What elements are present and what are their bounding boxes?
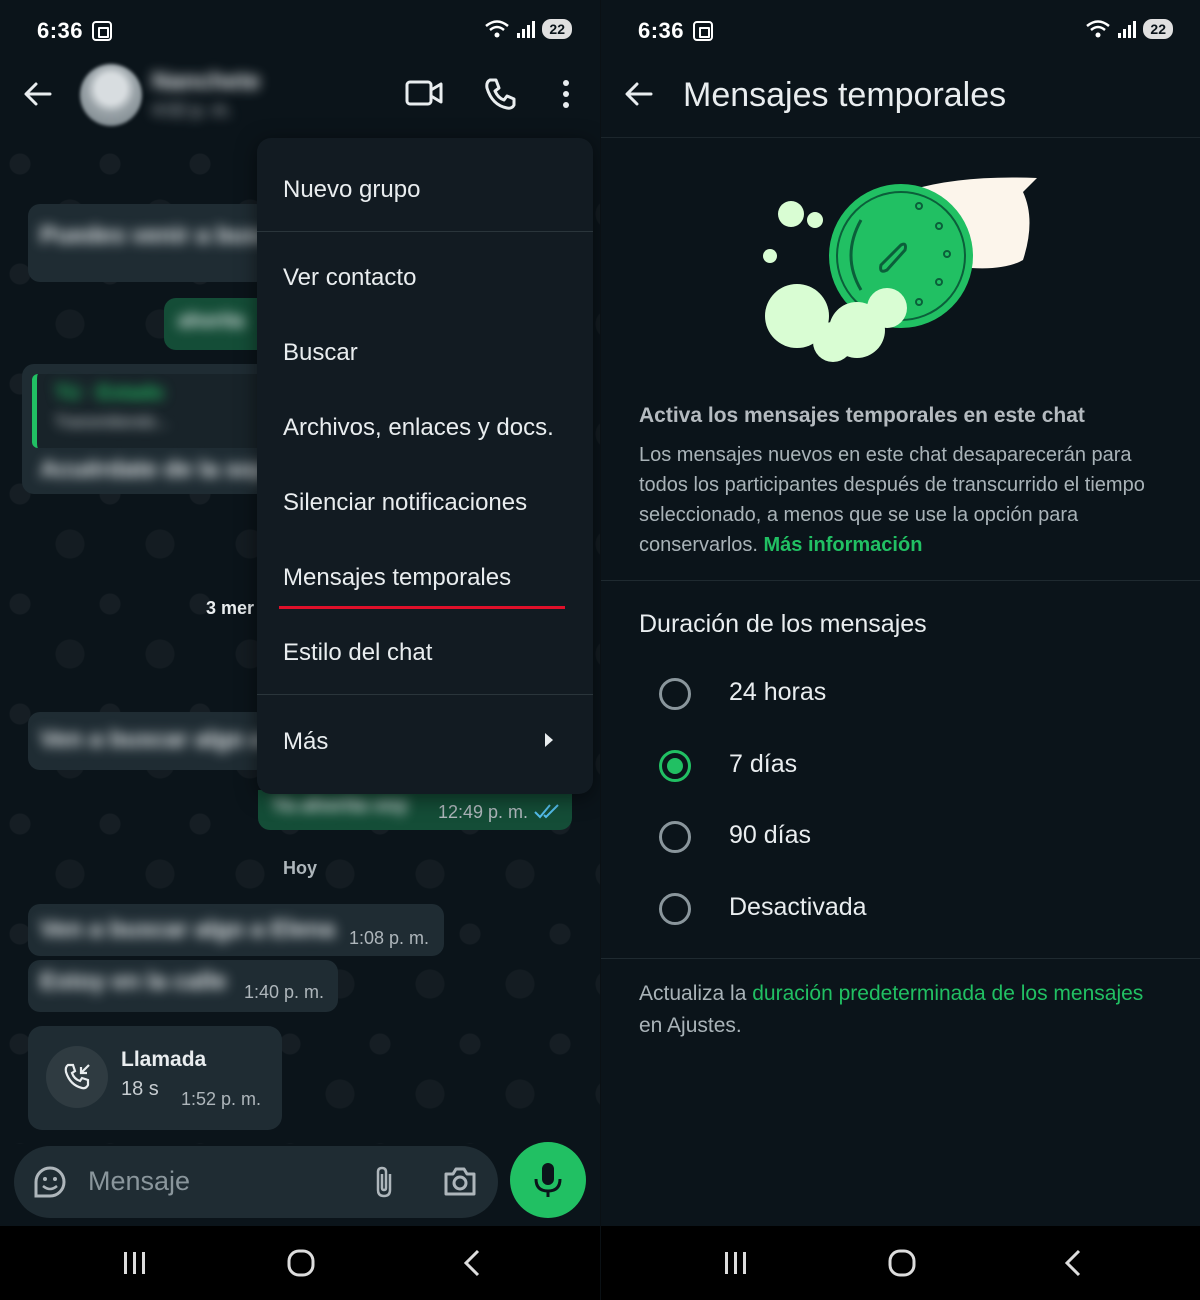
contact-name[interactable]: Nanchete <box>152 68 260 96</box>
highlight-underline <box>279 606 565 609</box>
signal-icon <box>1118 21 1137 38</box>
mic-icon <box>534 1163 562 1197</box>
message-bubble[interactable]: Tú · Estado Transmitiendo... Acuérdate d… <box>22 364 281 494</box>
disappearing-messages-screen: 6:36 22 Mensajes temporales Activa los m… <box>600 0 1200 1300</box>
menu-item-media-links-docs[interactable]: Archivos, enlaces y docs. <box>283 414 554 442</box>
menu-divider <box>257 694 593 695</box>
duration-section-title: Duración de los mensajes <box>639 610 927 638</box>
home-nav-icon[interactable] <box>887 1248 917 1278</box>
back-arrow-icon[interactable] <box>22 78 54 110</box>
overflow-menu: Nuevo grupo Ver contacto Buscar Archivos… <box>257 138 593 794</box>
message-time: 1:08 p. m. <box>349 928 430 948</box>
system-nav-bar <box>0 1226 600 1300</box>
battery-indicator: 22 <box>1143 19 1173 39</box>
call-title: Llamada <box>121 1048 207 1071</box>
signal-icon <box>517 21 536 38</box>
menu-divider <box>257 231 593 232</box>
menu-item-view-contact[interactable]: Ver contacto <box>283 264 416 292</box>
message-bubble[interactable]: Ven a buscar algo a <box>28 712 268 770</box>
system-nav-bar <box>601 1226 1200 1300</box>
mic-button[interactable] <box>510 1142 586 1218</box>
info-title: Activa los mensajes temporales en este c… <box>639 404 1085 427</box>
camera-icon[interactable] <box>442 1164 478 1200</box>
date-chip-today: Hoy <box>283 858 318 878</box>
home-nav-icon[interactable] <box>286 1248 316 1278</box>
message-input[interactable]: Mensaje <box>88 1166 190 1197</box>
message-input-bar[interactable]: Mensaje <box>14 1146 498 1218</box>
call-time: 1:52 p. m. <box>181 1089 262 1109</box>
default-duration-link[interactable]: duración predeterminada de los mensajes <box>752 982 1143 1005</box>
option-label: 7 días <box>729 750 798 778</box>
screenshot-icon <box>693 21 713 41</box>
chat-header: Nanchete 4:02 p. m. <box>0 62 600 134</box>
read-receipt-icon <box>534 804 559 819</box>
menu-item-chat-theme[interactable]: Estilo del chat <box>283 639 432 667</box>
status-bar: 6:36 22 <box>0 0 600 62</box>
option-90-days[interactable]: 90 días <box>601 809 1200 869</box>
option-24-hours[interactable]: 24 horas <box>601 666 1200 726</box>
default-duration-note: Actualiza la duración predeterminada de … <box>639 982 1144 1037</box>
timer-illustration <box>763 177 1037 362</box>
video-call-icon[interactable] <box>404 76 444 110</box>
quoted-message[interactable]: Tú · Estado Transmitiendo... <box>32 374 262 448</box>
option-off[interactable]: Desactivada <box>601 881 1200 941</box>
radio-button[interactable] <box>659 678 691 710</box>
status-time: 6:36 <box>638 18 685 43</box>
section-divider <box>601 958 1200 959</box>
menu-item-more[interactable]: Más <box>283 728 328 756</box>
screenshot-icon <box>92 21 112 41</box>
back-arrow-icon[interactable] <box>623 78 655 110</box>
more-vert-icon[interactable] <box>556 76 576 112</box>
call-message[interactable]: Llamada 18 s 1:52 p. m. <box>28 1026 282 1130</box>
contact-last-seen: 4:02 p. m. <box>152 100 233 120</box>
phone-icon[interactable] <box>482 76 518 112</box>
message-bubble[interactable]: Puedes venir a buscar <box>28 204 295 282</box>
page-title: Mensajes temporales <box>683 76 1007 114</box>
info-description: Los mensajes nuevos en este chat desapar… <box>639 444 1145 556</box>
chevron-right-icon <box>545 733 553 747</box>
wifi-icon <box>1086 20 1111 38</box>
menu-item-mute-notifications[interactable]: Silenciar notificaciones <box>283 489 527 517</box>
chat-screen: 6:36 22 Nanchete 4:02 p. m. Puedes venir… <box>0 0 600 1300</box>
page-header: Mensajes temporales <box>601 62 1200 138</box>
menu-item-new-group[interactable]: Nuevo grupo <box>283 176 420 204</box>
menu-item-search[interactable]: Buscar <box>283 339 358 367</box>
message-time: 12:49 p. m. <box>438 802 529 822</box>
call-duration: 18 s <box>121 1078 159 1100</box>
status-bar: 6:36 22 <box>601 0 1200 62</box>
incoming-call-icon <box>46 1046 108 1108</box>
message-bubble[interactable]: Ya ahorita voy 12:49 p. m. <box>258 790 572 830</box>
section-divider <box>601 580 1200 581</box>
avatar[interactable] <box>80 64 142 126</box>
radio-button[interactable] <box>659 893 691 925</box>
message-bubble[interactable]: Estoy en la calle 1:40 p. m. <box>28 960 338 1012</box>
attach-icon[interactable] <box>370 1164 398 1200</box>
message-time: 1:40 p. m. <box>244 982 325 1002</box>
status-time: 6:36 <box>37 18 84 43</box>
sticker-icon[interactable] <box>32 1164 68 1200</box>
option-label: 24 horas <box>729 678 827 706</box>
date-chip: 3 mer <box>206 598 255 618</box>
learn-more-link[interactable]: Más información <box>764 534 923 556</box>
recents-nav-icon[interactable] <box>721 1248 751 1278</box>
wifi-icon <box>485 20 510 38</box>
back-nav-icon[interactable] <box>1059 1248 1089 1278</box>
recents-nav-icon[interactable] <box>120 1248 150 1278</box>
radio-button[interactable] <box>659 821 691 853</box>
option-label: 90 días <box>729 821 812 849</box>
message-bubble[interactable]: Ven a buscar algo a Elena 1:08 p. m. <box>28 904 444 956</box>
option-7-days[interactable]: 7 días <box>601 738 1200 798</box>
menu-item-disappearing-messages[interactable]: Mensajes temporales <box>283 564 511 592</box>
radio-button-selected[interactable] <box>659 750 691 782</box>
option-label: Desactivada <box>729 893 867 921</box>
back-nav-icon[interactable] <box>458 1248 488 1278</box>
battery-indicator: 22 <box>542 19 572 39</box>
